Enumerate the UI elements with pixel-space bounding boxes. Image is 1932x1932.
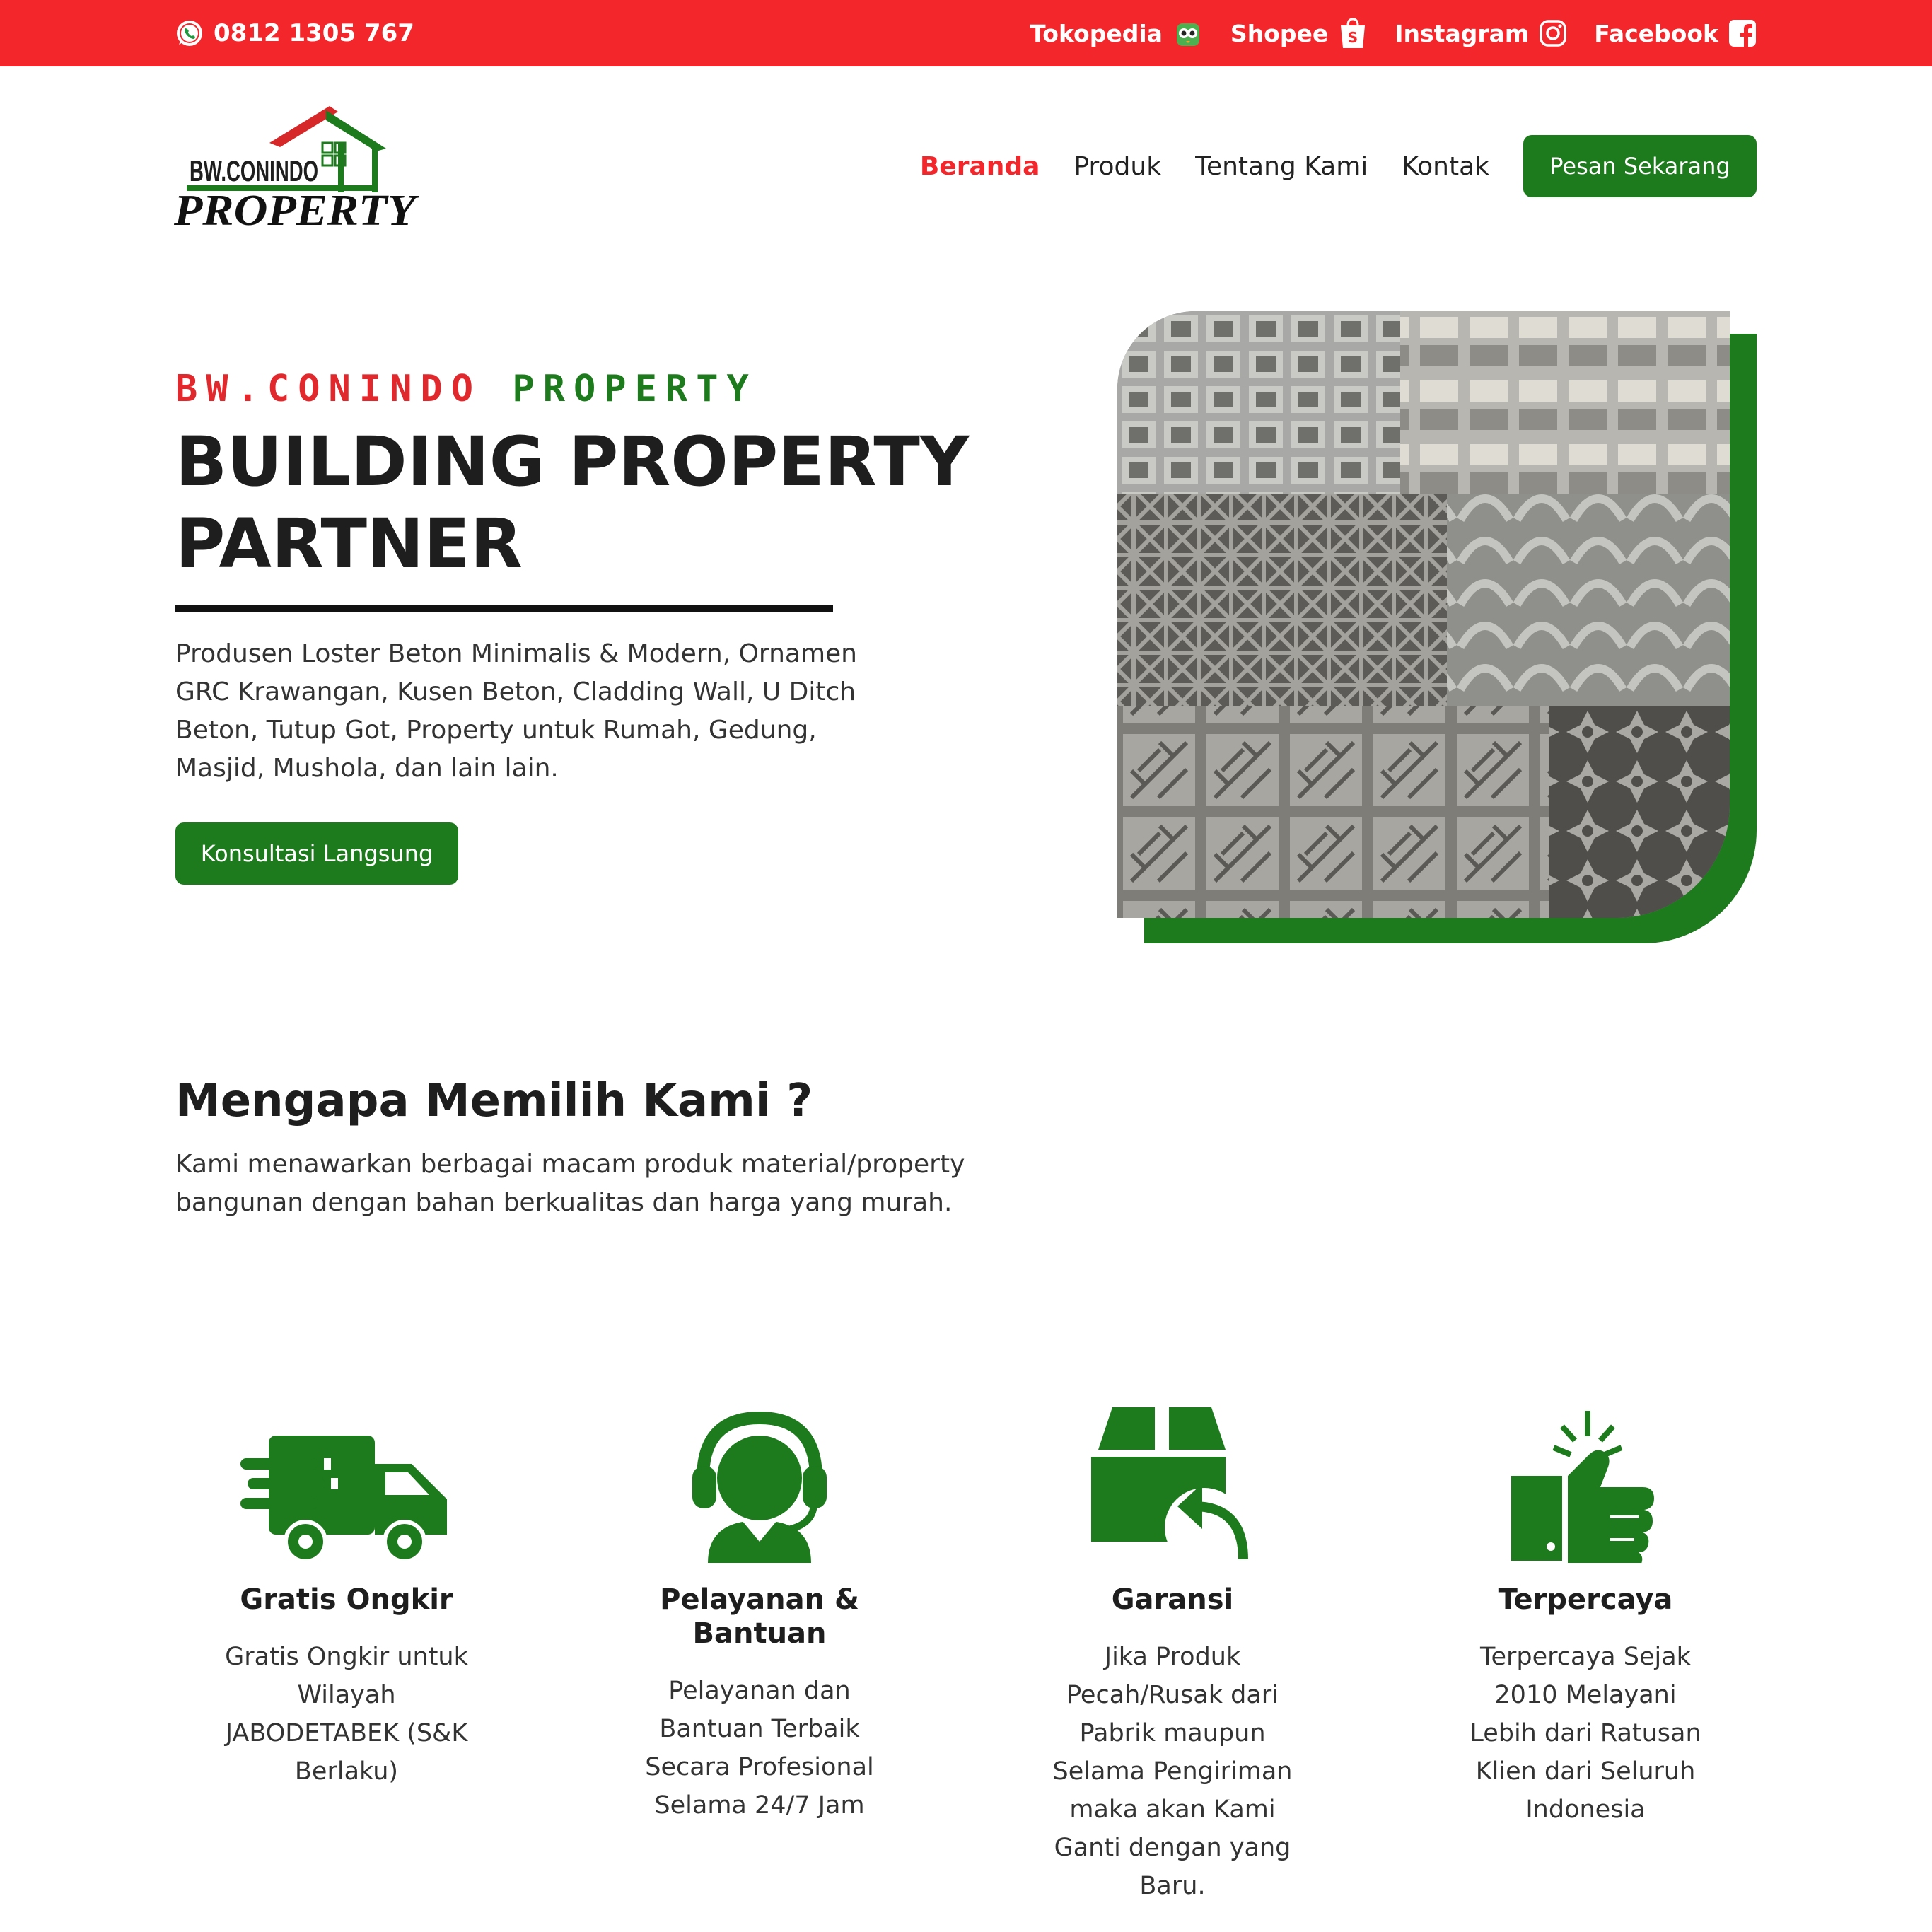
shopee-link[interactable]: Shopee S: [1230, 17, 1368, 50]
instagram-label: Instagram: [1395, 19, 1530, 47]
svg-text:BW.CONINDO: BW.CONINDO: [190, 154, 318, 187]
feature-description: Gratis Ongkir untuk Wilayah JABODETABEK …: [225, 1643, 468, 1786]
feature-free-shipping: Gratis Ongkir Gratis Ongkir untuk Wilaya…: [177, 1393, 516, 1791]
feature-title: Pelayanan & Bantuan: [660, 1583, 859, 1650]
facebook-label: Facebook: [1594, 19, 1718, 47]
feature-title: Gratis Ongkir: [240, 1583, 453, 1616]
main-nav: Beranda Produk Tentang Kami Kontak Pesan…: [920, 134, 1757, 198]
phone-contact[interactable]: 0812 1305 767: [175, 16, 414, 51]
facebook-icon: [1729, 20, 1756, 47]
hero-eyebrow: BW.CONINDO PROPERTY: [175, 368, 757, 410]
feature-support: Pelayanan & Bantuan Pelayanan dan Bantua…: [590, 1393, 929, 1825]
whatsapp-icon: [177, 21, 202, 46]
hero-divider: [175, 605, 833, 612]
feature-warranty: Garansi Jika Produk Pecah/Rusak dari Pab…: [1003, 1393, 1342, 1905]
why-choose-us-title: Mengapa Memilih Kami ?: [175, 1075, 813, 1127]
hero-description: Produsen Loster Beton Minimalis & Modern…: [175, 639, 858, 783]
svg-text:S: S: [1348, 29, 1358, 46]
shopee-label: Shopee: [1230, 19, 1329, 47]
instagram-link[interactable]: Instagram: [1395, 19, 1567, 47]
feature-trusted: Terpercaya Terpercaya Sejak 2010 Melayan…: [1416, 1393, 1755, 1829]
logo-graphic: BW.CONINDO PROPERTY: [173, 106, 419, 235]
delivery-truck-icon: [240, 1436, 447, 1563]
box-return-icon: [1091, 1407, 1248, 1563]
customer-support-icon: [692, 1411, 827, 1563]
tokopedia-link[interactable]: Tokopedia: [1030, 18, 1204, 49]
feature-description: Jika Produk Pecah/Rusak dari Pabrik maup…: [1052, 1643, 1293, 1900]
hero-image-frame: [1117, 311, 1757, 943]
facebook-link[interactable]: Facebook: [1594, 19, 1757, 47]
feature-title: Terpercaya: [1498, 1583, 1673, 1616]
why-choose-us-description: Kami menawarkan berbagai macam produk ma…: [175, 1150, 965, 1217]
top-bar: 0812 1305 767 Tokopedia Shopee S Instagr…: [0, 0, 1932, 66]
svg-text:PROPERTY: PROPERTY: [174, 187, 419, 226]
hero-title: BUILDING PROPERTY PARTNER: [175, 422, 970, 583]
tokopedia-icon: [1176, 23, 1199, 46]
consult-button[interactable]: Konsultasi Langsung: [175, 822, 458, 885]
eyebrow-brand: BW.CONINDO: [175, 368, 482, 410]
order-now-button[interactable]: Pesan Sekarang: [1523, 135, 1757, 197]
nav-produk[interactable]: Produk: [1073, 152, 1161, 181]
hero-product-collage: [1117, 311, 1730, 918]
nav-beranda[interactable]: Beranda: [920, 152, 1040, 181]
feature-description: Terpercaya Sejak 2010 Melayani Lebih dar…: [1470, 1643, 1701, 1824]
feature-description: Pelayanan dan Bantuan Terbaik Secara Pro…: [645, 1677, 874, 1820]
eyebrow-property: PROPERTY: [512, 368, 757, 410]
brand-logo[interactable]: BW.CONINDO PROPERTY: [173, 106, 419, 235]
instagram-icon: [1540, 20, 1567, 47]
shopee-bag-icon: S: [1341, 18, 1366, 48]
product-collage-image: [1117, 311, 1730, 918]
social-links: Tokopedia Shopee S Instagram Facebook: [1030, 14, 1757, 52]
nav-tentang-kami[interactable]: Tentang Kami: [1195, 152, 1368, 181]
feature-title: Garansi: [1111, 1583, 1234, 1616]
tokopedia-label: Tokopedia: [1030, 19, 1163, 47]
nav-kontak[interactable]: Kontak: [1402, 152, 1489, 181]
phone-number: 0812 1305 767: [214, 19, 414, 47]
thumbs-up-icon: [1511, 1411, 1654, 1563]
